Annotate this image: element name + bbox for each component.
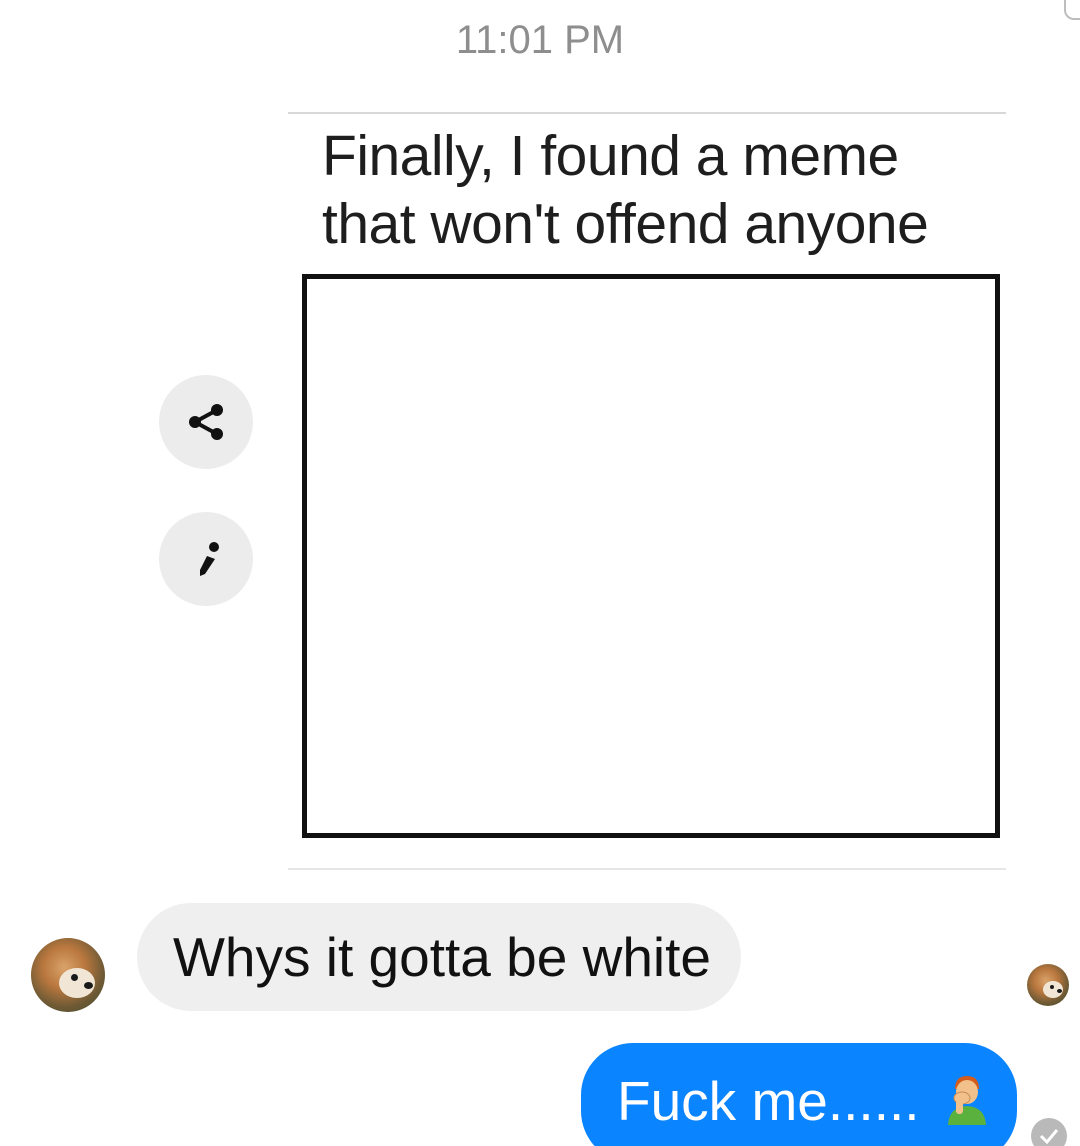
share-button[interactable] [159,375,253,469]
read-receipt-icon [1031,1118,1067,1146]
incoming-message-bubble[interactable]: Whys it gotta be white [137,903,741,1011]
outgoing-message-bubble[interactable]: Fuck me...... [581,1043,1017,1146]
seen-avatar [1027,964,1069,1006]
contact-avatar[interactable] [31,938,105,1012]
edit-button[interactable] [159,512,253,606]
incoming-message-text: Whys it gotta be white [173,926,712,988]
conversation-screen: 11:01 PM Finally, I found a meme that wo… [0,0,1080,1146]
meme-caption: Finally, I found a meme that won't offen… [322,124,929,256]
man-facepalming-icon [946,1073,988,1125]
outgoing-message-text: Fuck me...... [617,1070,920,1132]
pencil-icon [200,542,219,576]
share-icon [189,404,223,440]
shared-image-message[interactable]: Finally, I found a meme that won't offen… [288,112,1006,870]
scroll-indicator [1064,0,1080,20]
message-timestamp: 11:01 PM [455,18,625,62]
meme-blank-box [302,274,1000,838]
